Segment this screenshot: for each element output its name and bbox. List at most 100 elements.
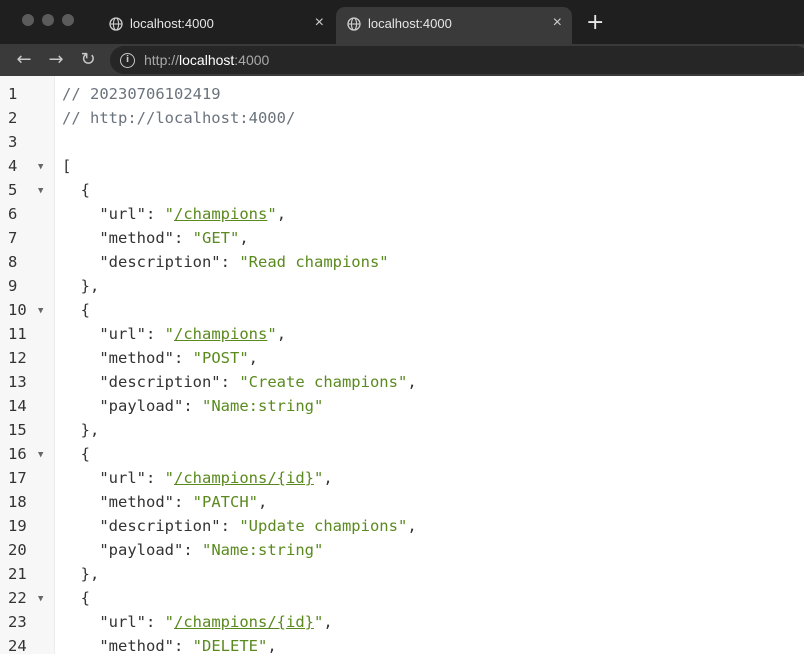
line-number: 15: [8, 421, 27, 439]
code-text: "method": "GET",: [62, 226, 249, 250]
quote: ": [164, 613, 175, 631]
code-text: },: [62, 562, 100, 586]
bracket: {: [80, 181, 91, 199]
json-string-value: "Name:string": [202, 397, 324, 415]
quote: ": [164, 325, 175, 343]
code-line: 4 ▼ [: [0, 154, 804, 178]
comma: ,: [276, 205, 287, 223]
tab-2[interactable]: localhost:4000 ×: [336, 7, 572, 44]
fold-toggle-icon[interactable]: ▼: [38, 587, 43, 611]
code-text: {: [62, 442, 90, 466]
code-line: 5 ▼ {: [0, 178, 804, 202]
tab-close-button[interactable]: ×: [315, 14, 324, 32]
quote: ": [267, 205, 277, 223]
close-window-button[interactable]: [22, 14, 34, 26]
colon: :: [183, 397, 202, 415]
colon: :: [183, 541, 202, 559]
fold-toggle-icon[interactable]: ▼: [38, 155, 43, 179]
code-text: "url": "/champions",: [62, 202, 286, 226]
url-link[interactable]: /champions: [174, 325, 267, 343]
reload-button[interactable]: ↻: [77, 49, 99, 71]
line-number: 8: [8, 253, 18, 271]
bracket: },: [80, 421, 100, 439]
comma: ,: [257, 493, 268, 511]
fold-toggle-icon[interactable]: ▼: [38, 179, 43, 203]
zoom-window-button[interactable]: [62, 14, 74, 26]
window-titlebar: localhost:4000 × localhost:4000 × +: [0, 0, 804, 44]
address-bar[interactable]: i http://localhost:4000: [110, 46, 804, 74]
url-link[interactable]: /champions/{id}: [174, 613, 314, 631]
line-number: 11: [8, 325, 27, 343]
colon: :: [220, 253, 240, 271]
json-viewer: 1 // 20230706102419 2 // http://localhost:4…: [0, 76, 804, 655]
code-text: "method": "POST",: [62, 346, 258, 370]
comment-text: // 20230706102419: [62, 85, 221, 103]
json-key: "method": [99, 493, 174, 511]
comma: ,: [323, 469, 333, 487]
code-line: 2 // http://localhost:4000/: [0, 106, 804, 130]
tab-1[interactable]: localhost:4000 ×: [98, 7, 334, 44]
quote: ": [267, 325, 277, 343]
code-line: 18 "method": "PATCH",: [0, 490, 804, 514]
colon: :: [146, 613, 165, 631]
url-port: :4000: [234, 52, 270, 68]
json-key: "url": [99, 613, 146, 631]
code-line: 14 "payload": "Name:string": [0, 394, 804, 418]
code-text: "url": "/champions/{id}",: [62, 466, 333, 490]
code-line: 19 "description": "Update champions",: [0, 514, 804, 538]
colon: :: [220, 373, 240, 391]
fold-toggle-icon[interactable]: ▼: [38, 443, 43, 467]
fold-toggle-icon[interactable]: ▼: [38, 299, 43, 323]
code-text: "payload": "Name:string": [62, 538, 323, 562]
json-key: "method": [99, 637, 174, 655]
code-text: "description": "Update champions",: [62, 514, 416, 538]
line-number: 20: [8, 541, 27, 559]
code-line: 10 ▼ {: [0, 298, 804, 322]
bracket: {: [80, 589, 91, 607]
code-line: 3: [0, 130, 804, 154]
code-text: "url": "/champions",: [62, 322, 286, 346]
json-key: "payload": [99, 397, 184, 415]
line-number: 18: [8, 493, 27, 511]
json-key: "description": [99, 517, 221, 535]
colon: :: [146, 205, 165, 223]
json-string-value: "Read champions": [239, 253, 389, 271]
line-number: 5: [8, 181, 18, 199]
json-string-value: "Name:string": [202, 541, 324, 559]
code-line: 22 ▼ {: [0, 586, 804, 610]
comma: ,: [267, 637, 277, 655]
new-tab-button[interactable]: +: [586, 11, 604, 35]
colon: :: [173, 349, 193, 367]
comma: ,: [323, 613, 333, 631]
url-link[interactable]: /champions/{id}: [174, 469, 314, 487]
bracket: },: [80, 565, 100, 583]
json-string-value: "Update champions": [239, 517, 408, 535]
colon: :: [173, 493, 193, 511]
quote: ": [314, 469, 324, 487]
site-info-icon[interactable]: i: [120, 53, 135, 68]
code-line: 13 "description": "Create champions",: [0, 370, 804, 394]
bracket: {: [80, 301, 91, 319]
line-number: 22: [8, 589, 27, 607]
code-text: },: [62, 274, 100, 298]
json-string-value: "GET": [192, 229, 240, 247]
json-string-value: "POST": [192, 349, 249, 367]
line-number: 13: [8, 373, 27, 391]
tab-close-button[interactable]: ×: [553, 14, 562, 32]
url-text[interactable]: http://localhost:4000: [144, 52, 269, 68]
colon: :: [173, 637, 193, 655]
line-number: 24: [8, 637, 27, 655]
line-number: 19: [8, 517, 27, 535]
code-line: 21 },: [0, 562, 804, 586]
bracket: {: [80, 445, 91, 463]
url-link[interactable]: /champions: [174, 205, 267, 223]
code-line: 1 // 20230706102419: [0, 82, 804, 106]
json-string-value: "Create champions": [239, 373, 408, 391]
json-string-value: "DELETE": [192, 637, 268, 655]
comma: ,: [239, 229, 249, 247]
minimize-window-button[interactable]: [42, 14, 54, 26]
line-number: 3: [8, 133, 18, 151]
back-button[interactable]: ←: [13, 49, 35, 71]
forward-button[interactable]: →: [45, 49, 67, 71]
json-key: "method": [99, 229, 174, 247]
